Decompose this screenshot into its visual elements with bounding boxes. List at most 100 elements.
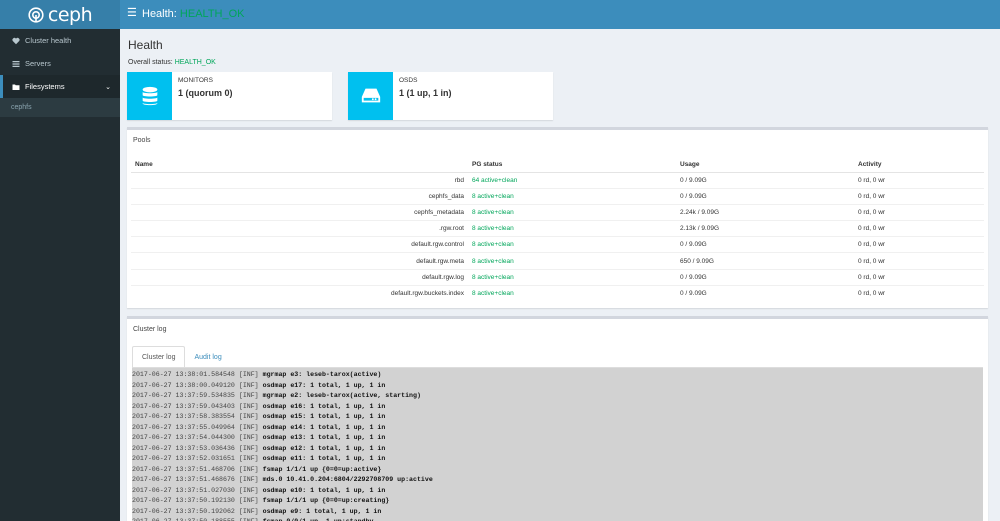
log-level: [INF] — [238, 434, 259, 441]
log-timestamp: 2017-06-27 13:37:58.383554 — [132, 413, 235, 420]
sidebar-item-label: Servers — [25, 59, 51, 68]
log-timestamp: 2017-06-27 13:37:51.468706 — [132, 465, 235, 473]
pool-activity: 0 rd, 0 wr — [854, 187, 984, 205]
pool-usage: 2.24k / 9.09G — [676, 203, 854, 221]
log-message: osdmap e11: 1 total, 1 up, 1 in — [262, 455, 386, 462]
pool-pg-status: 64 active+clean — [468, 171, 676, 189]
hamburger-icon[interactable]: ☰ — [127, 8, 137, 19]
log-line: 2017-06-27 13:37:52.031651 [INF] osdmap … — [132, 454, 983, 465]
log-level: [INF] — [238, 497, 259, 504]
log-timestamp: 2017-06-27 13:37:54.044300 — [132, 434, 235, 441]
pool-pg-status: 8 active+clean — [468, 284, 676, 302]
monitors-info-box: MONITORS 1 (quorum 0) — [127, 72, 332, 120]
pool-usage: 0 / 9.09G — [676, 187, 854, 205]
pool-activity: 0 rd, 0 wr — [854, 284, 984, 302]
logo-text: ceph — [47, 3, 93, 26]
log-timestamp: 2017-06-27 13:38:01.584548 — [132, 371, 235, 378]
log-timestamp: 2017-06-27 13:37:51.027030 — [132, 486, 235, 494]
log-line: 2017-06-27 13:37:58.383554 [INF] osdmap … — [132, 412, 983, 423]
log-level: [INF] — [238, 413, 259, 420]
table-row: rbd 64 active+clean 0 / 9.09G 0 rd, 0 wr — [131, 171, 984, 189]
hard-drive-icon — [361, 88, 380, 103]
pool-usage: 0 / 9.09G — [676, 284, 854, 302]
column-header-name[interactable]: Name — [131, 157, 468, 173]
sidebar-item-label: Filesystems — [25, 82, 65, 91]
log-level: [INF] — [238, 444, 259, 452]
ceph-logo[interactable]: ceph — [0, 0, 120, 29]
log-level: [INF] — [238, 402, 259, 410]
log-level: [INF] — [238, 455, 259, 462]
pools-header-row: Name PG status Usage Activity — [131, 157, 984, 173]
log-line: 2017-06-27 13:37:50.192062 [INF] osdmap … — [132, 507, 983, 518]
tab-cluster-log[interactable]: Cluster log — [132, 346, 186, 368]
pool-pg-status: 8 active+clean — [468, 220, 676, 237]
log-level: [INF] — [238, 423, 259, 431]
table-row: default.rgw.log 8 active+clean 0 / 9.09G 0 … — [131, 268, 984, 286]
overall-status-value: HEALTH_OK — [174, 59, 216, 66]
cluster-log-title: Cluster log — [133, 326, 167, 333]
log-line: 2017-06-27 13:37:53.036436 [INF] osdmap … — [132, 444, 983, 455]
column-header-pg-status[interactable]: PG status — [468, 157, 676, 173]
pool-activity: 0 rd, 0 wr — [854, 268, 984, 286]
pool-pg-status: 8 active+clean — [468, 236, 676, 253]
sidebar-subitem-cephfs[interactable]: cephfs — [0, 98, 120, 117]
osds-icon-tile — [348, 72, 393, 120]
log-level: [INF] — [238, 486, 259, 494]
log-message: mgrmap e3: leseb-tarox(active) — [262, 371, 382, 378]
heart-icon — [12, 37, 20, 44]
log-level: [INF] — [238, 465, 259, 473]
column-header-usage[interactable]: Usage — [676, 157, 854, 173]
pool-name: default.rgw.control — [131, 236, 468, 253]
pool-name: default.rgw.log — [131, 268, 468, 286]
log-output[interactable]: 2017-06-27 13:38:01.584548 [INF] mgrmap … — [132, 368, 983, 521]
pools-panel: Pools Name PG status Usage Activity rbd 6… — [127, 127, 988, 308]
log-tabs: Cluster log Audit log — [132, 346, 231, 368]
log-line: 2017-06-27 13:37:51.468676 [INF] mds.0 1… — [132, 475, 983, 486]
pool-activity: 0 rd, 0 wr — [854, 220, 984, 237]
ceph-logo-icon — [28, 6, 44, 23]
osds-label: OSDS — [399, 77, 418, 84]
log-timestamp: 2017-06-27 13:37:59.534835 — [132, 392, 235, 399]
header-health-status: HEALTH_OK — [179, 8, 245, 20]
pool-pg-status: 8 active+clean — [468, 252, 676, 270]
overall-status-label: Overall status: — [128, 59, 173, 66]
log-timestamp: 2017-06-27 13:38:00.049120 — [132, 381, 235, 389]
sidebar-item-cluster-health[interactable]: Cluster health — [0, 29, 120, 52]
pool-usage: 2.13k / 9.09G — [676, 220, 854, 237]
column-header-activity[interactable]: Activity — [854, 157, 984, 173]
log-line: 2017-06-27 13:37:50.192130 [INF] fsmap 1… — [132, 496, 983, 507]
pool-name: rbd — [131, 171, 468, 189]
log-message: osdmap e16: 1 total, 1 up, 1 in — [262, 402, 386, 410]
header-title-label: Health: — [142, 8, 177, 20]
log-message: mgrmap e2: leseb-tarox(active, starting) — [262, 392, 421, 399]
log-level: [INF] — [238, 371, 259, 378]
pool-activity: 0 rd, 0 wr — [854, 252, 984, 270]
log-timestamp: 2017-06-27 13:37:53.036436 — [132, 444, 235, 452]
monitors-label: MONITORS — [178, 77, 213, 84]
top-navbar: ceph ☰ Health: HEALTH_OK — [0, 0, 1000, 29]
pool-usage: 650 / 9.09G — [676, 252, 854, 270]
tab-audit-log[interactable]: Audit log — [185, 346, 230, 368]
log-line: 2017-06-27 13:37:59.043403 [INF] osdmap … — [132, 402, 983, 413]
log-message: osdmap e17: 1 total, 1 up, 1 in — [262, 381, 386, 389]
log-level: [INF] — [238, 381, 259, 389]
log-level: [INF] — [238, 392, 259, 399]
page-title: Health — [128, 38, 163, 52]
log-timestamp: 2017-06-27 13:37:51.468676 — [132, 476, 235, 483]
log-message: osdmap e10: 1 total, 1 up, 1 in — [262, 486, 386, 494]
pool-usage: 0 / 9.09G — [676, 171, 854, 189]
table-row: cephfs_data 8 active+clean 0 / 9.09G 0 rd, … — [131, 187, 984, 205]
log-line: 2017-06-27 13:38:01.584548 [INF] mgrmap … — [132, 370, 983, 381]
log-line: 2017-06-27 13:37:50.188555 [INF] fsmap 0… — [132, 517, 983, 521]
pool-name: default.rgw.buckets.index — [131, 284, 468, 302]
monitors-icon-tile — [127, 72, 172, 120]
sidebar-item-filesystems[interactable]: Filesystems ⌄ — [0, 75, 120, 98]
log-message: osdmap e9: 1 total, 1 up, 1 in — [262, 507, 382, 515]
database-icon — [142, 86, 157, 106]
log-line: 2017-06-27 13:37:55.049964 [INF] osdmap … — [132, 423, 983, 434]
header-title: Health: HEALTH_OK — [142, 8, 245, 21]
table-row: default.rgw.control 8 active+clean 0 / 9.0… — [131, 236, 984, 253]
pool-pg-status: 8 active+clean — [468, 187, 676, 205]
sidebar-item-servers[interactable]: Servers — [0, 52, 120, 75]
log-line: 2017-06-27 13:37:51.468706 [INF] fsmap 1… — [132, 465, 983, 476]
